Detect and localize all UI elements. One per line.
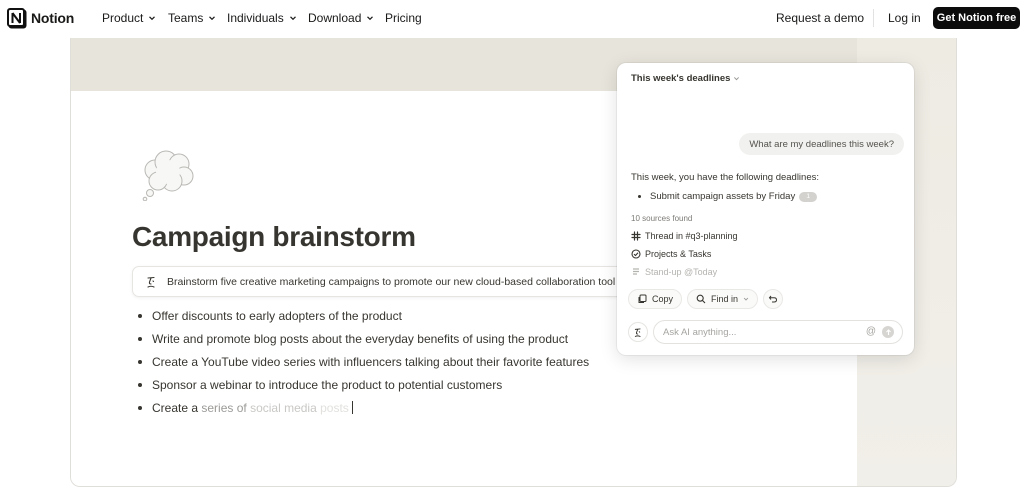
ai-chat-panel: This week's deadlines What are my deadli… <box>617 63 914 355</box>
arrow-up-icon <box>885 328 891 335</box>
generated-ideas-list: Offer discounts to early adopters of the… <box>137 309 589 424</box>
chevron-down-icon <box>367 16 374 21</box>
ai-answer-item: Submit campaign assets by Friday 1 <box>638 191 818 202</box>
send-button[interactable] <box>882 326 894 338</box>
citation-number: 1 <box>806 193 811 200</box>
login-link[interactable]: Log in <box>888 11 921 25</box>
copy-icon <box>638 294 647 303</box>
notion-logo[interactable]: Notion <box>7 8 74 27</box>
ai-answer-item-text: Submit campaign assets by Friday <box>650 191 796 202</box>
list-item-typing[interactable]: Create a series of social media posts <box>137 401 589 424</box>
ai-face-icon <box>634 327 641 337</box>
nav-pricing-label: Pricing <box>385 11 422 25</box>
ai-face-icon <box>147 276 155 288</box>
source-label: Stand-up @Today <box>645 267 718 277</box>
get-notion-free-button[interactable]: Get Notion free <box>933 7 1020 29</box>
find-in-button[interactable]: Find in <box>687 289 759 309</box>
nav-product-label: Product <box>102 11 144 25</box>
nav-individuals[interactable]: Individuals <box>227 11 297 25</box>
nav-teams[interactable]: Teams <box>168 11 216 25</box>
slack-icon <box>631 231 641 241</box>
ai-avatar <box>628 322 648 342</box>
sources-count: 10 sources found <box>631 214 693 223</box>
page-title: Campaign brainstorm <box>132 221 416 252</box>
find-in-label: Find in <box>711 294 739 304</box>
ai-answer-intro: This week, you have the following deadli… <box>631 172 820 183</box>
citation-badge[interactable]: 1 <box>799 191 818 202</box>
typing-text-part: Create a <box>152 401 199 415</box>
nav-download[interactable]: Download <box>308 11 374 25</box>
user-message: What are my deadlines this week? <box>739 133 904 155</box>
nav-download-label: Download <box>308 11 362 25</box>
typing-text-part: social media <box>250 401 317 415</box>
source-item[interactable]: Stand-up @Today <box>631 267 717 277</box>
brand-name: Notion <box>31 9 75 26</box>
chat-title-dropdown[interactable]: This week's deadlines <box>631 73 740 84</box>
ask-ai-input[interactable] <box>663 326 853 338</box>
document-icon <box>633 268 639 275</box>
list-item: Offer discounts to early adopters of the… <box>137 309 589 332</box>
undo-button[interactable] <box>763 289 784 309</box>
notion-logo-icon <box>7 8 25 27</box>
check-circle-icon <box>631 249 641 259</box>
source-item[interactable]: Thread in #q3-planning <box>631 231 738 241</box>
source-label: Projects & Tasks <box>645 249 712 259</box>
chevron-down-icon <box>289 16 296 21</box>
undo-icon <box>768 295 778 303</box>
chevron-down-icon <box>734 77 740 81</box>
text-cursor <box>351 401 353 414</box>
nav-individuals-label: Individuals <box>227 11 284 25</box>
list-item: Create a YouTube video series with influ… <box>137 355 589 378</box>
chevron-down-icon <box>743 297 749 301</box>
request-demo-link[interactable]: Request a demo <box>776 11 864 25</box>
ask-ai-field[interactable]: @ <box>653 320 903 344</box>
typing-text-part: series of <box>201 401 247 415</box>
chevron-down-icon <box>149 16 156 21</box>
thought-bubble-icon <box>142 150 194 201</box>
chat-title: This week's deadlines <box>631 73 731 84</box>
chevron-down-icon <box>209 16 216 21</box>
source-item[interactable]: Projects & Tasks <box>631 249 711 259</box>
nav-divider <box>873 9 874 27</box>
search-icon <box>696 294 706 304</box>
bullet-dot <box>638 195 641 198</box>
copy-button[interactable]: Copy <box>628 289 683 309</box>
nav-teams-label: Teams <box>168 11 204 25</box>
nav-product[interactable]: Product <box>102 11 156 25</box>
typing-text-part: posts <box>320 401 349 415</box>
source-label: Thread in #q3-planning <box>645 231 738 241</box>
top-nav: Notion Product Teams Individuals Downloa… <box>0 0 1024 37</box>
ai-prompt-block[interactable]: Brainstorm five creative marketing campa… <box>132 266 632 297</box>
list-item: Sponsor a webinar to introduce the produ… <box>137 378 589 401</box>
ai-prompt-text: Brainstorm five creative marketing campa… <box>167 275 616 288</box>
copy-label: Copy <box>652 294 674 304</box>
nav-pricing[interactable]: Pricing <box>385 11 422 25</box>
mention-icon[interactable]: @ <box>866 327 876 337</box>
ai-actions-bar: Copy Find in <box>628 289 788 309</box>
list-item: Write and promote blog posts about the e… <box>137 332 589 355</box>
